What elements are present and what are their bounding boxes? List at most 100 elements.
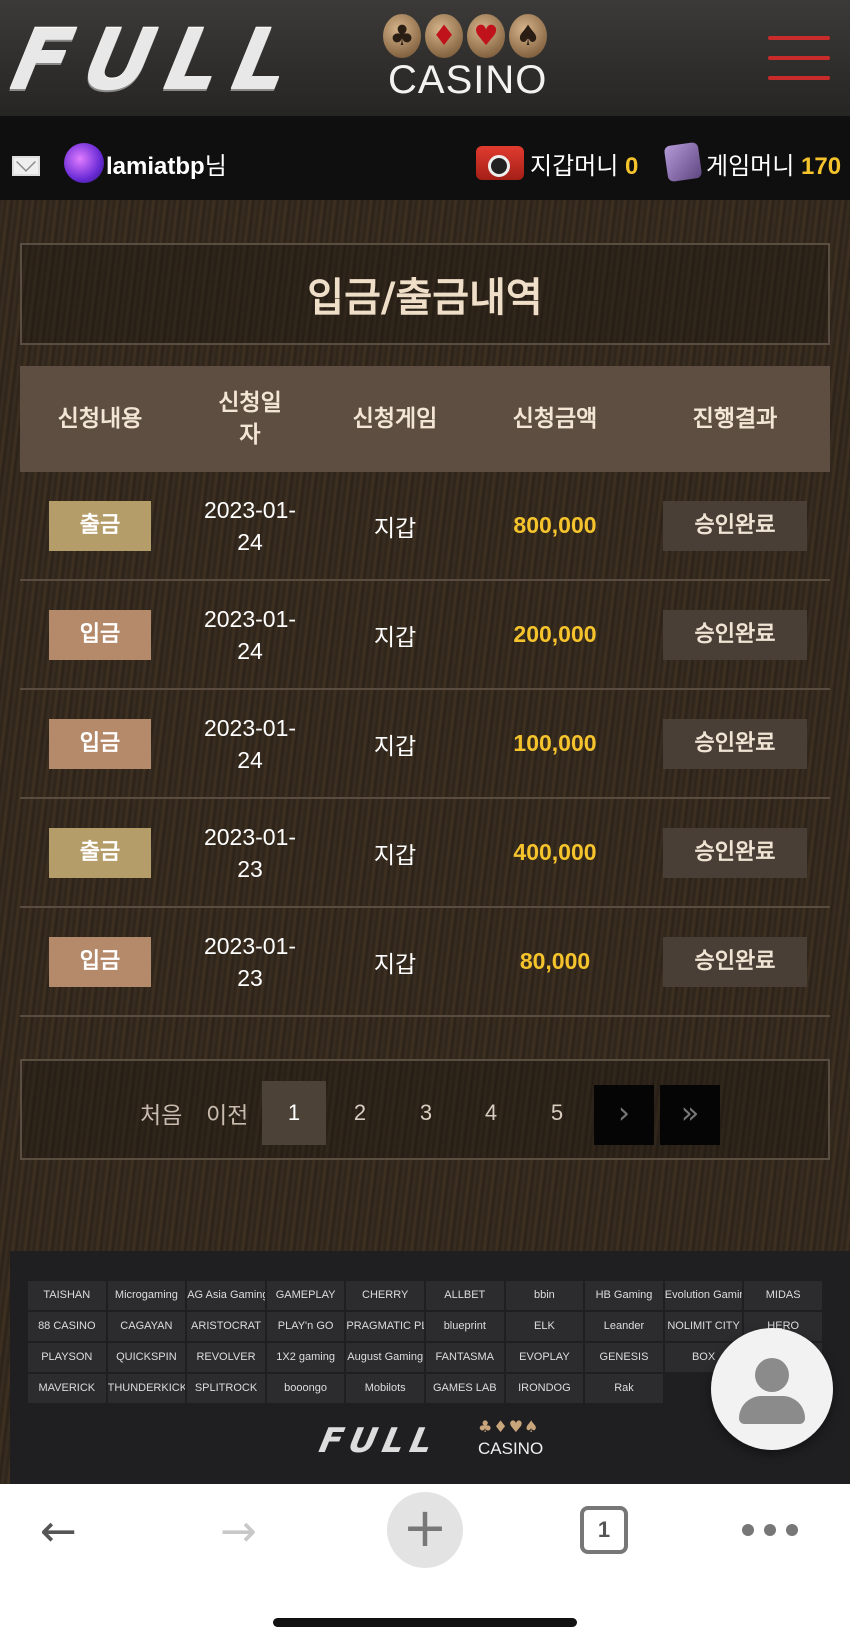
request-date: 2023-01- 23 bbox=[203, 932, 297, 991]
wallet-icon bbox=[476, 146, 524, 180]
table-row: 출금 2023-01- 23 지갑 400,000 승인완료 bbox=[20, 799, 830, 908]
wallet-money: 지갑머니 0 bbox=[530, 153, 639, 180]
col-header-game: 신청게임 bbox=[352, 406, 438, 432]
page-first-link[interactable]: 처음 bbox=[140, 1096, 182, 1130]
provider-logo: EVOPLAY bbox=[505, 1343, 584, 1372]
page-last-button[interactable]: » bbox=[660, 1085, 720, 1145]
user-bar: lamiatbp님 지갑머니 0 게임머니 170 bbox=[0, 118, 850, 200]
username: lamiatbp님 bbox=[106, 153, 227, 180]
request-date: 2023-01- 24 bbox=[203, 496, 297, 555]
provider-logo: Leander bbox=[585, 1312, 663, 1341]
provider-logo: MIDAS bbox=[744, 1281, 822, 1310]
col-header-amount: 신청금액 bbox=[512, 406, 598, 432]
provider-logo: REVOLVER bbox=[187, 1343, 265, 1372]
mail-icon[interactable] bbox=[12, 156, 40, 176]
provider-logo: PRAGMATIC PLAY bbox=[346, 1312, 424, 1341]
page-title-box: 입금/출금내역 bbox=[20, 243, 830, 345]
request-game: 지갑 bbox=[373, 624, 417, 651]
col-header-date: 신청일 자 bbox=[218, 390, 282, 448]
footer-logo-casino: CASINO bbox=[478, 1439, 544, 1458]
wallet-money-value: 0 bbox=[625, 153, 639, 180]
provider-logo: PLAY'n GO bbox=[266, 1312, 345, 1341]
page-prev-link[interactable]: 이전 bbox=[206, 1096, 248, 1130]
page-title: 입금/출금내역 bbox=[307, 275, 543, 321]
request-date: 2023-01- 24 bbox=[203, 605, 297, 664]
page-next-button[interactable]: › bbox=[594, 1085, 654, 1145]
result-badge: 승인완료 bbox=[663, 827, 807, 878]
type-badge: 입금 bbox=[49, 936, 151, 987]
chat-person-icon[interactable] bbox=[711, 1328, 833, 1450]
page-1-button[interactable]: 1 bbox=[262, 1081, 326, 1145]
menu-icon[interactable] bbox=[768, 36, 830, 80]
request-amount: 80,000 bbox=[519, 948, 591, 974]
new-tab-plus-icon[interactable]: + bbox=[387, 1492, 463, 1568]
logo-suits: ♣ ♦ ♥ ♠ bbox=[383, 14, 547, 58]
request-game: 지갑 bbox=[373, 733, 417, 760]
request-date: 2023-01- 24 bbox=[203, 714, 297, 773]
result-badge: 승인완료 bbox=[663, 500, 807, 551]
footer-logo-full[interactable]: FULL bbox=[316, 1421, 443, 1461]
footer-logo-suits: ♣♦♥♠ bbox=[478, 1417, 540, 1436]
request-amount: 100,000 bbox=[513, 730, 597, 756]
provider-logo: MAVERICK bbox=[28, 1374, 106, 1403]
provider-logo: GAMEPLAY bbox=[266, 1281, 345, 1310]
request-amount: 200,000 bbox=[513, 621, 597, 647]
provider-logo: 1X2 gaming bbox=[266, 1343, 345, 1372]
request-date: 2023-01- 23 bbox=[203, 823, 297, 882]
provider-logos: TAISHAN Microgaming AG Asia Gaming GAMEPLAY… bbox=[28, 1281, 822, 1403]
back-arrow-icon[interactable]: ← bbox=[40, 1510, 77, 1554]
club-icon: ♣ bbox=[383, 14, 421, 58]
game-money-icon bbox=[663, 141, 703, 183]
game-money-value: 170 bbox=[801, 153, 842, 180]
page-5-button[interactable]: 5 bbox=[525, 1081, 589, 1145]
provider-logo: CAGAYAN bbox=[107, 1312, 186, 1341]
type-badge: 입금 bbox=[49, 609, 151, 660]
result-badge: 승인완료 bbox=[663, 609, 807, 660]
provider-logo: Mobilots bbox=[346, 1374, 424, 1403]
provider-logo: GENESIS bbox=[585, 1343, 663, 1372]
provider-logo: THUNDERKICK bbox=[107, 1374, 186, 1403]
provider-logo: booongo bbox=[266, 1374, 345, 1403]
col-header-type: 신청내용 bbox=[57, 406, 143, 432]
forward-arrow-icon[interactable]: → bbox=[220, 1510, 257, 1554]
result-badge: 승인완료 bbox=[663, 936, 807, 987]
type-badge: 입금 bbox=[49, 718, 151, 769]
provider-logo: SPLITROCK bbox=[187, 1374, 265, 1403]
provider-logo: ALLBET bbox=[425, 1281, 504, 1310]
provider-logo: bbin bbox=[505, 1281, 584, 1310]
request-amount: 800,000 bbox=[513, 512, 597, 538]
pagination: 처음 이전 1 2 3 4 5 › » bbox=[20, 1059, 830, 1160]
provider-logo: CHERRY bbox=[346, 1281, 424, 1310]
provider-logo: GAMES LAB bbox=[425, 1374, 504, 1403]
table-row: 출금 2023-01- 24 지갑 800,000 승인완료 bbox=[20, 472, 830, 581]
table-row: 입금 2023-01- 24 지갑 100,000 승인완료 bbox=[20, 690, 830, 799]
provider-logo: Rak bbox=[585, 1374, 663, 1403]
provider-logo: ARISTOCRAT bbox=[187, 1312, 265, 1341]
site-header: FULL ♣ ♦ ♥ ♠ CASINO bbox=[0, 0, 850, 118]
col-header-result: 진행결과 bbox=[692, 406, 778, 432]
browser-toolbar: ← → + 1 bbox=[0, 1484, 850, 1643]
provider-logo: TAISHAN bbox=[28, 1281, 106, 1310]
table-row: 입금 2023-01- 24 지갑 200,000 승인완료 bbox=[20, 581, 830, 690]
home-indicator bbox=[273, 1618, 577, 1627]
provider-logo: PLAYSON bbox=[28, 1343, 106, 1372]
tabs-count-button[interactable]: 1 bbox=[580, 1506, 628, 1554]
provider-logo: NOLIMIT CITY bbox=[664, 1312, 743, 1341]
request-game: 지갑 bbox=[373, 951, 417, 978]
provider-logo: blueprint bbox=[425, 1312, 504, 1341]
request-game: 지갑 bbox=[373, 842, 417, 869]
request-amount: 400,000 bbox=[513, 839, 597, 865]
page-4-button[interactable]: 4 bbox=[459, 1081, 523, 1145]
more-dots-icon[interactable] bbox=[742, 1524, 798, 1536]
type-badge: 출금 bbox=[49, 827, 151, 878]
page-3-button[interactable]: 3 bbox=[394, 1081, 458, 1145]
provider-logo: 88 CASINO bbox=[28, 1312, 106, 1341]
provider-logo: QUICKSPIN bbox=[107, 1343, 186, 1372]
avatar bbox=[64, 143, 104, 183]
logo-casino-text: CASINO bbox=[388, 58, 548, 102]
request-game: 지갑 bbox=[373, 515, 417, 542]
result-badge: 승인완료 bbox=[663, 718, 807, 769]
page-2-button[interactable]: 2 bbox=[328, 1081, 392, 1145]
provider-logo: Evolution Gaming bbox=[664, 1281, 743, 1310]
logo-full-text[interactable]: FULL bbox=[4, 11, 313, 109]
